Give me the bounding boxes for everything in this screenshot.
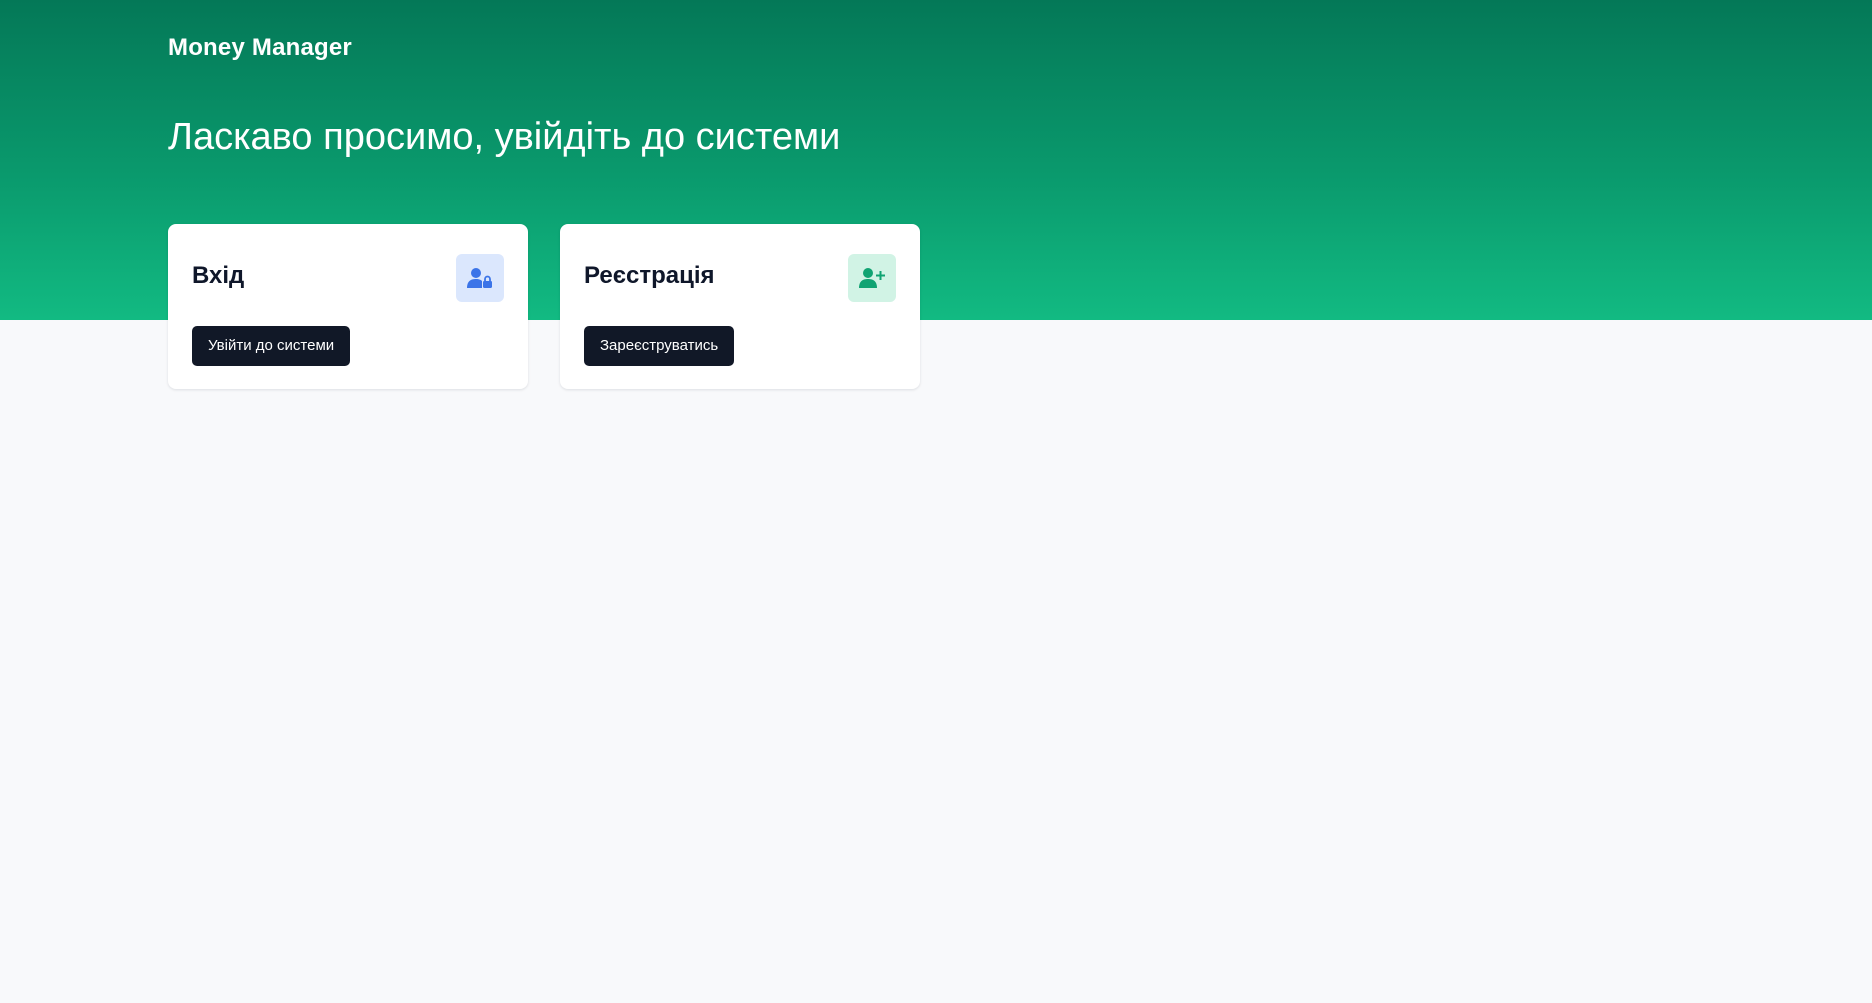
register-button[interactable]: Зареєструватись bbox=[584, 326, 735, 366]
welcome-heading: Ласкаво просимо, увійдіть до системи bbox=[168, 116, 841, 158]
login-card-title: Вхід bbox=[192, 262, 245, 289]
user-lock-icon bbox=[456, 254, 504, 302]
register-card-title: Реєстрація bbox=[584, 262, 715, 289]
page: Money Manager Ласкаво просимо, увійдіть … bbox=[0, 0, 1872, 1003]
register-card: Реєстрація Зареєструватись bbox=[560, 224, 920, 389]
user-plus-icon bbox=[848, 254, 896, 302]
login-button[interactable]: Увійти до системи bbox=[192, 326, 351, 366]
brand-logo[interactable]: Money Manager bbox=[168, 34, 352, 62]
login-card: Вхід Увійти до системи bbox=[168, 224, 528, 389]
